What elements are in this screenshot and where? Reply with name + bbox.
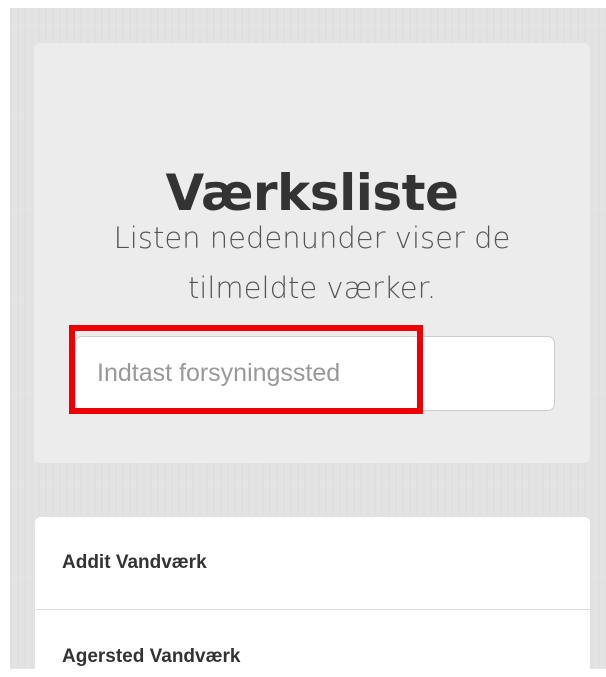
- list-item[interactable]: Addit Vandværk: [35, 517, 590, 610]
- search-field-wrapper: [75, 336, 555, 411]
- page-subtitle: Listen nedenunder viser de tilmeldte vær…: [113, 221, 511, 305]
- hero-card: Værksliste Listen nedenunder viser de ti…: [34, 43, 590, 463]
- list-item[interactable]: Agersted Vandværk: [35, 610, 590, 677]
- waterworks-list: Addit Vandværk Agersted Vandværk: [35, 517, 590, 677]
- search-input[interactable]: [75, 336, 555, 411]
